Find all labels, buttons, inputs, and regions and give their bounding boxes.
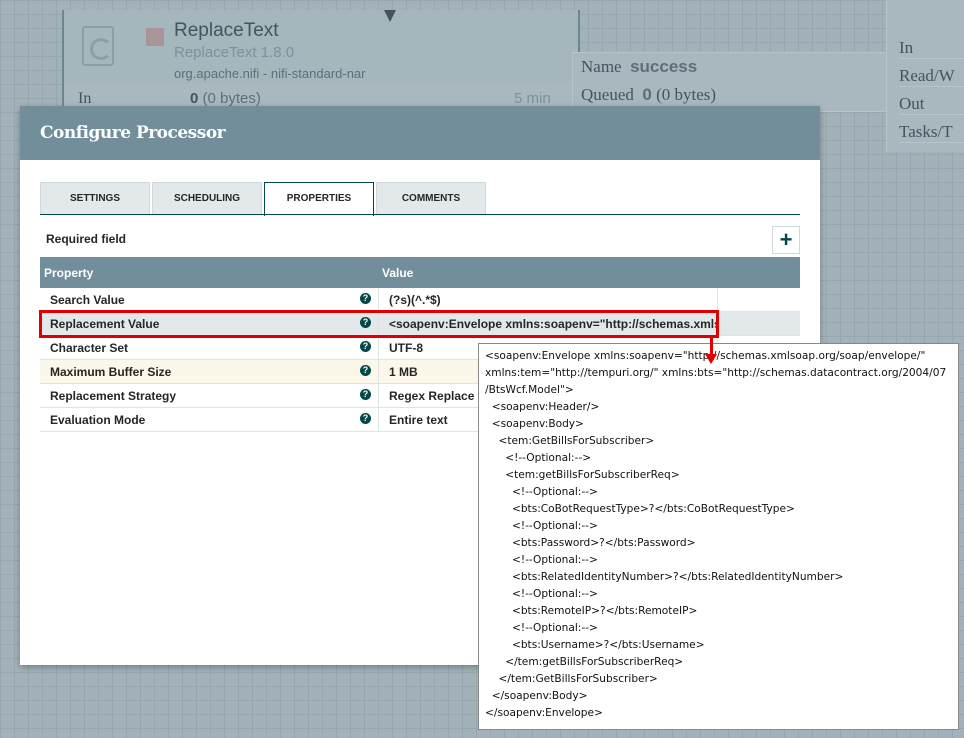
- tab-divider: [40, 214, 800, 215]
- stopped-status-icon: [146, 28, 164, 46]
- processor-icon: [82, 26, 114, 66]
- tab-scheduling[interactable]: SCHEDULING: [152, 182, 262, 214]
- table-row[interactable]: Search Value? (?s)(^.*$): [40, 288, 800, 312]
- connection-arrow-icon: [384, 10, 396, 22]
- help-icon[interactable]: ?: [360, 389, 371, 400]
- help-icon[interactable]: ?: [360, 365, 371, 376]
- stat-label: Tasks/T: [899, 122, 964, 143]
- plus-icon: +: [779, 227, 793, 252]
- stat-label: Read/W: [899, 66, 964, 87]
- in-bytes: (0 bytes): [202, 90, 261, 107]
- required-field-label: Required field: [46, 232, 127, 246]
- annotation-arrowhead-icon: [705, 354, 717, 364]
- property-name: Replacement Strategy: [50, 389, 177, 403]
- connection-label[interactable]: Name success Queued 0 (0 bytes): [572, 52, 892, 112]
- processor-version: ReplaceText 1.8.0: [174, 44, 295, 61]
- stats-time: 5 min: [514, 90, 551, 107]
- other-processor-node[interactable]: In Read/W Out Tasks/T: [886, 0, 964, 152]
- tab-settings[interactable]: SETTINGS: [40, 182, 150, 214]
- highlight-annotation-box: [39, 310, 719, 338]
- connection-name: Name success: [581, 57, 698, 76]
- processor-node[interactable]: ReplaceText ReplaceText 1.8.0 org.apache…: [62, 10, 580, 120]
- property-name: Evaluation Mode: [50, 413, 146, 427]
- help-icon[interactable]: ?: [360, 413, 371, 424]
- tab-comments[interactable]: COMMENTS: [376, 182, 486, 214]
- in-count: 0: [190, 90, 199, 107]
- property-name: Search Value: [50, 293, 125, 307]
- column-property: Property: [44, 266, 94, 280]
- value-tooltip: <soapenv:Envelope xmlns:soapenv="http://…: [478, 343, 959, 730]
- tab-properties[interactable]: PROPERTIES: [264, 182, 374, 216]
- help-icon[interactable]: ?: [360, 341, 371, 352]
- property-name: Character Set: [50, 341, 129, 355]
- column-value: Value: [382, 266, 414, 280]
- dialog-title: Configure Processor: [40, 123, 226, 143]
- processor-bundle: org.apache.nifi - nifi-standard-nar: [174, 66, 366, 81]
- connection-queued: Queued 0 (0 bytes): [581, 85, 717, 104]
- dialog-header: Configure Processor: [20, 106, 820, 160]
- property-value[interactable]: (?s)(^.*$): [378, 288, 718, 312]
- processor-name: ReplaceText: [174, 20, 279, 41]
- add-property-button[interactable]: +: [772, 226, 800, 254]
- stat-label: Out: [899, 94, 964, 115]
- property-name: Maximum Buffer Size: [50, 365, 172, 379]
- stat-label: In: [899, 38, 964, 59]
- in-value: 0 (0 bytes): [190, 90, 261, 107]
- properties-table-header: Property Value: [40, 257, 800, 288]
- help-icon[interactable]: ?: [360, 293, 371, 304]
